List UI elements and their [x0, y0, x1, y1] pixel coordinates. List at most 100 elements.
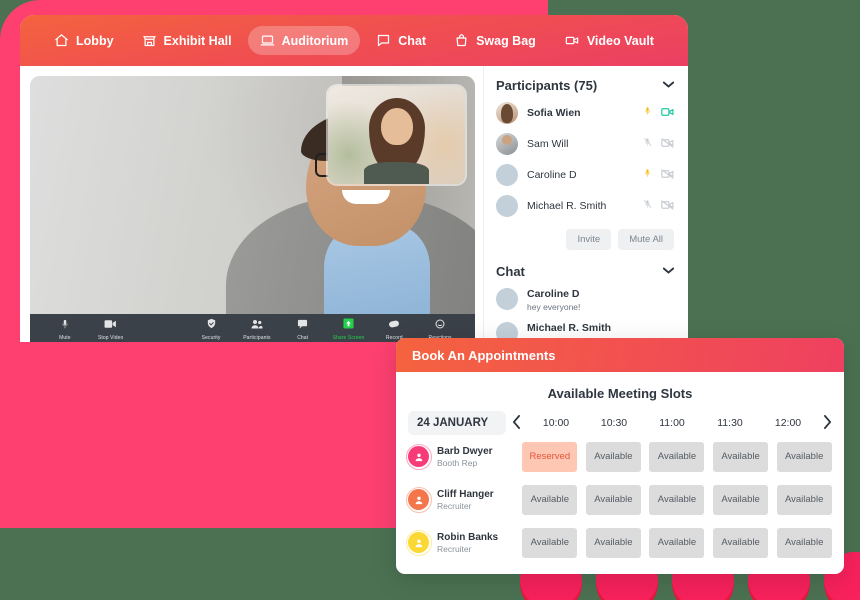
laptop-icon [260, 33, 275, 48]
toolbar-share-screen-button[interactable]: Share Screen [326, 316, 372, 341]
toolbar-stop-video-button[interactable]: Stop Video [88, 316, 134, 341]
participant-status-icons [643, 166, 674, 184]
microphone-on-icon[interactable] [643, 166, 652, 184]
chat-author: Michael R. Smith [527, 322, 612, 334]
booking-header: Book An Appointments [396, 338, 844, 372]
avatar [496, 164, 518, 186]
nav-item-exhibit-hall[interactable]: Exhibit Hall [130, 26, 244, 55]
booking-subtitle: Available Meeting Slots [547, 386, 693, 401]
nav-label: Chat [398, 33, 427, 48]
toolbar-label: Security [201, 334, 221, 341]
toolbar-mute-button[interactable]: Mute [42, 316, 88, 341]
person-avatar-icon [405, 529, 432, 556]
participant-status-icons [643, 197, 674, 215]
slot-cell[interactable]: Available [585, 441, 641, 472]
avatar [496, 102, 518, 124]
microphone-off-icon[interactable] [643, 135, 652, 153]
slot-cell[interactable]: Available [585, 484, 641, 515]
toolbar-label: Participants [243, 334, 271, 341]
participant-row[interactable]: Caroline D [496, 164, 674, 186]
camera-off-icon[interactable] [661, 135, 674, 153]
prev-arrow-icon[interactable] [508, 415, 525, 431]
slot-cells: Available Available Available Available … [506, 527, 836, 558]
self-view-face [381, 107, 413, 145]
share-screen-icon [343, 316, 354, 334]
toolbar-participants-button[interactable]: Participants [234, 316, 280, 341]
nav-item-lobby[interactable]: Lobby [42, 26, 126, 55]
participants-title: Participants (75) [496, 78, 598, 93]
microphone-off-icon[interactable] [643, 197, 652, 215]
nav-item-auditorium[interactable]: Auditorium [247, 26, 361, 55]
slot-header-row: 24 JANUARY 10:00 10:30 11:00 11:30 12:00 [396, 411, 844, 435]
slot-cell[interactable]: Available [649, 484, 705, 515]
camera-off-icon[interactable] [661, 166, 674, 184]
time-label: 12:00 [774, 417, 802, 429]
nav-item-video-vault[interactable]: Video Vault [552, 26, 666, 55]
toolbar-chat-button[interactable]: Chat [280, 316, 326, 341]
toolbar-reactions-button[interactable]: Reactions [417, 316, 463, 341]
main-video-feed[interactable]: Mute Stop Video Security Participants Ch… [30, 76, 475, 342]
toolbar-record-button[interactable]: Record [371, 316, 417, 341]
time-label: 10:30 [600, 417, 628, 429]
slot-cell[interactable]: Available [776, 441, 832, 472]
slot-cell[interactable]: Available [713, 527, 769, 558]
participant-row[interactable]: Sam Will [496, 133, 674, 155]
toolbar-security-button[interactable]: Security [188, 316, 234, 341]
slot-cell[interactable]: Available [776, 527, 832, 558]
nav-label: Swag Bag [476, 33, 536, 48]
toolbar-label: Chat [297, 334, 309, 341]
avatar [496, 133, 518, 155]
participant-name: Sam Will [527, 138, 569, 150]
shield-check-icon [206, 316, 217, 334]
video-camera-icon [564, 33, 580, 48]
chat-author: Caroline D [527, 288, 580, 300]
slot-cells: Reserved Available Available Available A… [506, 441, 836, 472]
rep-role: Recruiter [437, 543, 472, 554]
slot-cell[interactable]: Available [713, 441, 769, 472]
next-arrow-icon[interactable] [819, 415, 836, 431]
booking-row: Barb Dwyer Booth Rep Reserved Available … [396, 435, 844, 478]
slot-cell[interactable]: Available [522, 527, 578, 558]
chevron-down-icon[interactable] [662, 80, 675, 91]
self-view-thumbnail[interactable] [328, 86, 465, 184]
chevron-down-icon[interactable] [662, 266, 675, 277]
participant-status-icons [643, 104, 674, 122]
slot-cell[interactable]: Available [522, 484, 578, 515]
invite-button[interactable]: Invite [566, 229, 612, 250]
video-stage: Mute Stop Video Security Participants Ch… [20, 66, 483, 342]
booking-card: Book An Appointments Available Meeting S… [396, 338, 844, 574]
slot-cell[interactable]: Available [776, 484, 832, 515]
mute-all-button[interactable]: Mute All [618, 229, 674, 250]
nav-item-swag-bag[interactable]: Swag Bag [442, 26, 548, 55]
slot-cell[interactable]: Reserved [522, 441, 578, 472]
rep-role: Booth Rep [437, 457, 478, 468]
participant-row[interactable]: Michael R. Smith [496, 195, 674, 217]
record-icon [388, 316, 400, 334]
slot-cell[interactable]: Available [649, 441, 705, 472]
slot-cell[interactable]: Available [713, 484, 769, 515]
participant-status-icons [643, 135, 674, 153]
chat-bubble-icon [376, 33, 391, 48]
participant-row[interactable]: Sofia Wien [496, 102, 674, 124]
date-selector[interactable]: 24 JANUARY [408, 411, 506, 435]
toolbar-label: Mute [59, 334, 71, 341]
chat-bubble-icon [297, 316, 308, 334]
chat-text: hey everyone! [527, 302, 581, 312]
camera-off-icon[interactable] [661, 197, 674, 215]
time-labels: 10:00 10:30 11:00 11:30 12:00 [527, 417, 817, 429]
slot-cell[interactable]: Available [649, 527, 705, 558]
microphone-icon [60, 316, 70, 334]
rep-name: Cliff Hanger [437, 488, 494, 500]
slot-cell[interactable]: Available [585, 527, 641, 558]
time-label: 10:00 [542, 417, 570, 429]
camera-on-icon[interactable] [661, 104, 674, 122]
rep-name: Barb Dwyer [437, 445, 493, 457]
nav-label: Video Vault [586, 33, 654, 48]
rep-info: Robin Banks Recruiter [405, 529, 506, 556]
chat-title: Chat [496, 264, 525, 279]
microphone-on-icon[interactable] [643, 104, 652, 122]
booking-row: Cliff Hanger Recruiter Available Availab… [396, 478, 844, 521]
nav-item-chat[interactable]: Chat [364, 26, 438, 55]
bag-icon [454, 33, 469, 48]
booking-row: Robin Banks Recruiter Available Availabl… [396, 521, 844, 564]
